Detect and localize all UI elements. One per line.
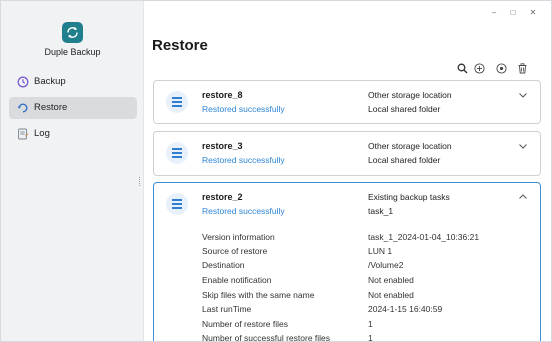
detail-key: Skip files with the same name [202, 290, 315, 300]
restore-job-icon [166, 193, 188, 215]
sidebar-item-restore[interactable]: Restore [9, 97, 137, 119]
detail-key: Enable notification [202, 275, 272, 285]
page-title: Restore [152, 37, 208, 54]
detail-row: Number of restore files 1 [202, 319, 532, 331]
job-destination-name: task_1 [368, 206, 394, 216]
detail-row: Version information task_1_2024-01-04_10… [202, 232, 532, 244]
chevron-up-icon[interactable] [518, 193, 528, 201]
job-destination-type: Other storage location [368, 141, 452, 151]
search-icon[interactable] [457, 63, 468, 74]
job-destination-name: Local shared folder [368, 155, 441, 165]
sidebar-item-log[interactable]: Log [9, 123, 137, 145]
job-name: restore_3 [202, 141, 243, 151]
restore-job-card[interactable]: restore_3 Restored successfully Other st… [153, 131, 541, 176]
job-destination-type: Other storage location [368, 90, 452, 100]
backup-clock-icon [17, 76, 29, 88]
delete-icon[interactable] [517, 63, 528, 74]
job-name: restore_2 [202, 192, 243, 202]
detail-row: Skip files with the same name Not enable… [202, 290, 532, 302]
detail-key: Number of restore files [202, 319, 288, 329]
detail-value: 2024-1-15 16:40:59 [368, 304, 443, 314]
detail-value: Not enabled [368, 290, 414, 300]
detail-key: Destination [202, 260, 245, 270]
restore-job-icon [166, 142, 188, 164]
detail-value: LUN 1 [368, 246, 393, 256]
job-status: Restored successfully [202, 155, 285, 165]
detail-row: Enable notification Not enabled [202, 275, 532, 287]
detail-value: 1 [368, 319, 373, 329]
detail-row: Number of successful restore files 1 [202, 333, 532, 342]
restore-circle-icon[interactable] [496, 63, 507, 74]
app-logo-icon [62, 22, 83, 43]
job-status: Restored successfully [202, 104, 285, 114]
close-button[interactable]: ✕ [528, 8, 538, 18]
detail-value: 1 [368, 333, 373, 342]
detail-value: Not enabled [368, 275, 414, 285]
app-name: Duple Backup [44, 47, 101, 57]
sidebar: Duple Backup Backup Restore Log [1, 1, 144, 341]
job-destination-type: Existing backup tasks [368, 192, 450, 202]
job-destination-name: Local shared folder [368, 104, 441, 114]
detail-key: Number of successful restore files [202, 333, 331, 342]
detail-key: Version information [202, 232, 275, 242]
app-window: – □ ✕ Duple Backup Backup Restore Log Re… [0, 0, 552, 342]
detail-row: Source of restore LUN 1 [202, 246, 532, 258]
maximize-button[interactable]: □ [508, 8, 518, 18]
restore-job-icon [166, 91, 188, 113]
job-name: restore_8 [202, 90, 243, 100]
detail-key: Last runTime [202, 304, 252, 314]
restore-job-card[interactable]: restore_8 Restored successfully Other st… [153, 80, 541, 124]
sidebar-resize-handle[interactable] [139, 177, 141, 186]
job-status: Restored successfully [202, 206, 285, 216]
log-icon [18, 128, 29, 140]
detail-value: task_1_2024-01-04_10:36:21 [368, 232, 480, 242]
detail-row: Destination /Volume2 [202, 260, 532, 272]
chevron-down-icon[interactable] [518, 91, 528, 99]
detail-value: /Volume2 [368, 260, 404, 270]
restore-icon [17, 103, 28, 113]
sidebar-item-label: Log [34, 128, 50, 139]
add-icon[interactable] [474, 63, 485, 74]
chevron-down-icon[interactable] [518, 142, 528, 150]
detail-key: Source of restore [202, 246, 268, 256]
detail-row: Last runTime 2024-1-15 16:40:59 [202, 304, 532, 316]
restore-job-card[interactable]: restore_2 Restored successfully Existing… [153, 182, 541, 342]
sidebar-item-label: Backup [34, 76, 66, 87]
minimize-button[interactable]: – [489, 8, 499, 18]
sidebar-item-backup[interactable]: Backup [9, 71, 137, 93]
sidebar-item-label: Restore [34, 102, 68, 113]
